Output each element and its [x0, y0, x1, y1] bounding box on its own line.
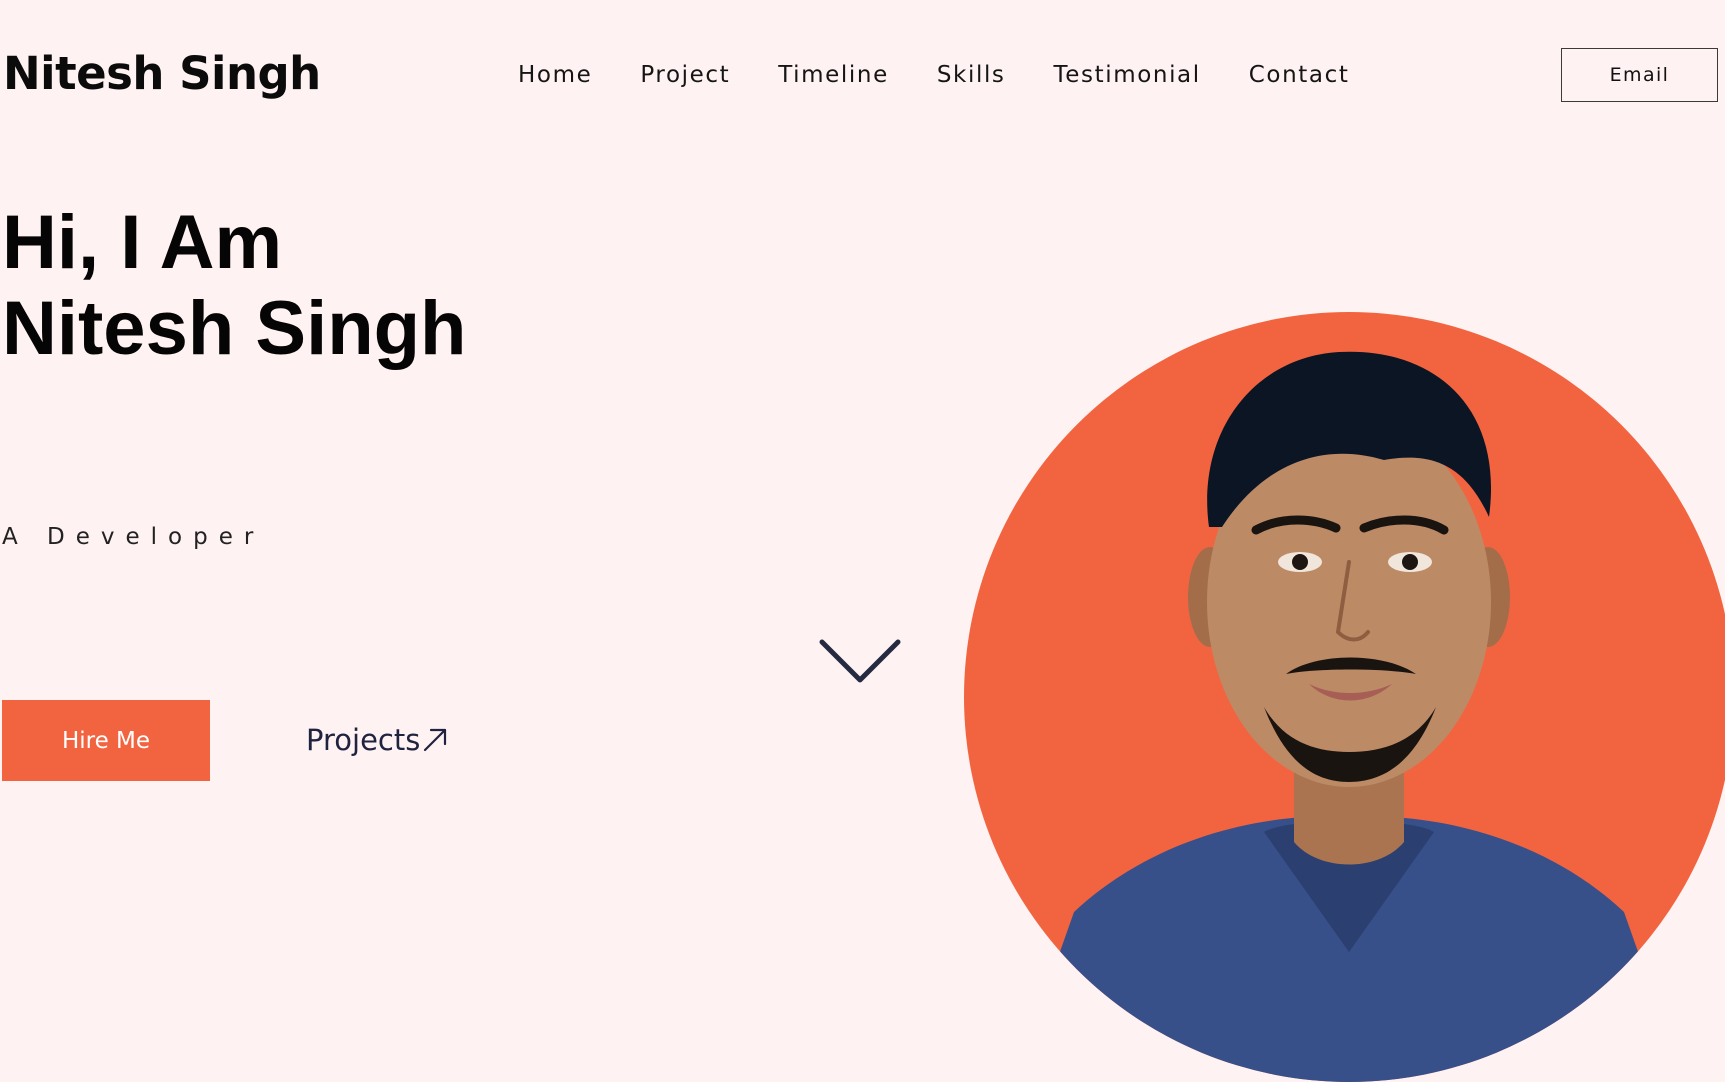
email-button[interactable]: Email [1561, 48, 1718, 102]
profile-photo [964, 312, 1725, 1082]
nav-link-timeline[interactable]: Timeline [778, 58, 889, 92]
nav-link-project[interactable]: Project [640, 58, 730, 92]
chevron-down-icon[interactable] [818, 636, 902, 686]
site-logo[interactable]: Nitesh Singh [3, 48, 321, 100]
nav-link-contact[interactable]: Contact [1249, 58, 1350, 92]
nav-link-skills[interactable]: Skills [937, 58, 1006, 92]
projects-link-label: Projects [306, 723, 421, 757]
hero-title: Hi, I Am Nitesh Singh [2, 200, 466, 372]
hero-greeting: Hi, I Am [2, 200, 283, 285]
nav-link-testimonial[interactable]: Testimonial [1054, 58, 1201, 92]
hero-name: Nitesh Singh [2, 286, 467, 371]
main-nav: Home Project Timeline Skills Testimonial… [518, 58, 1349, 92]
arrow-up-right-icon [424, 728, 447, 752]
nav-link-home[interactable]: Home [518, 58, 592, 92]
hero-subtitle: A Developer [2, 524, 265, 550]
hire-me-button[interactable]: Hire Me [2, 700, 210, 781]
projects-link[interactable]: Projects [306, 720, 448, 760]
